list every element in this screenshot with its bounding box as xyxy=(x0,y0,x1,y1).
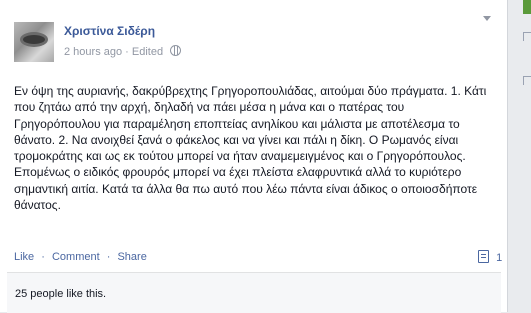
avatar[interactable] xyxy=(14,22,54,62)
comment-count[interactable]: 1 xyxy=(478,250,502,264)
share-link[interactable]: Share xyxy=(117,251,146,263)
action-separator: · xyxy=(41,251,45,263)
sidebar-corner-mark xyxy=(523,32,531,41)
timestamp[interactable]: 2 hours ago xyxy=(64,46,122,58)
post-body: Εν όψη της αυριανής, δακρύβρεχτης Γρηγορ… xyxy=(14,84,487,213)
meta-separator: · xyxy=(125,46,129,58)
comment-link[interactable]: Comment xyxy=(52,251,100,263)
post-card: Χριστίνα Σιδέρη 2 hours ago · Edited Εν … xyxy=(0,0,508,313)
post-meta: 2 hours ago · Edited xyxy=(64,45,182,58)
sidebar-accent xyxy=(523,0,531,14)
likes-text[interactable]: 25 people like this. xyxy=(15,288,106,300)
globe-icon[interactable] xyxy=(170,45,182,56)
comment-count-value: 1 xyxy=(496,252,503,264)
sidebar-corner-mark xyxy=(523,76,531,85)
post-actions: Like · Comment · Share xyxy=(14,251,147,263)
edited-label[interactable]: Edited xyxy=(132,46,163,58)
likes-summary: 25 people like this. xyxy=(7,272,501,313)
avatar-photo xyxy=(23,35,45,44)
action-separator: · xyxy=(106,251,111,263)
comment-icon xyxy=(478,250,489,263)
chevron-down-icon[interactable] xyxy=(483,16,491,22)
author-name[interactable]: Χριστίνα Σιδέρη xyxy=(64,24,155,38)
like-link[interactable]: Like xyxy=(14,251,34,263)
sidebar-edge xyxy=(508,0,531,312)
